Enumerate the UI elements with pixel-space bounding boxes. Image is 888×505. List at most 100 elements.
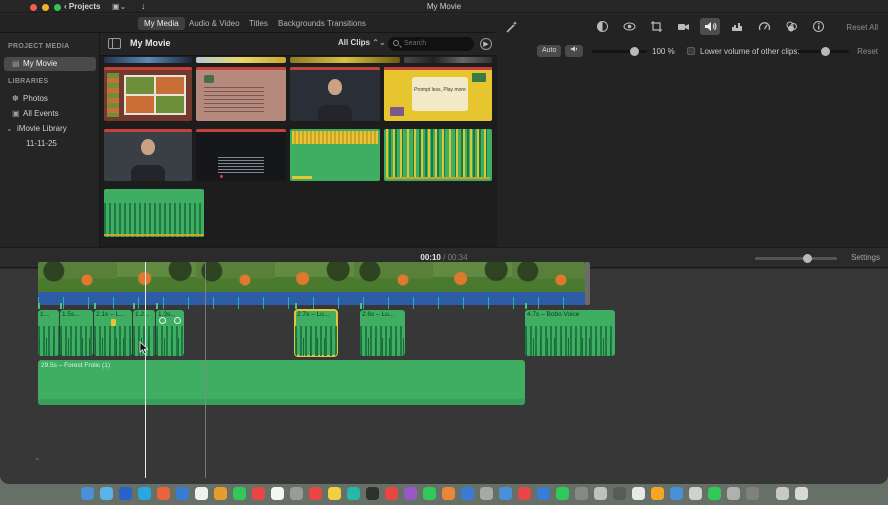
audio-clip-thumbnail[interactable] <box>104 189 204 237</box>
dock-app-icon[interactable] <box>422 487 436 500</box>
timeline-zoom-knob[interactable] <box>803 254 812 263</box>
continuous-playback-icon[interactable]: ▶ <box>480 38 492 50</box>
volume-icon[interactable] <box>700 18 720 35</box>
sidebar-item-photos[interactable]: ✽ Photos <box>4 92 96 106</box>
sidebar-toggle-icon[interactable] <box>108 38 121 49</box>
dock-app-icon[interactable] <box>156 487 170 500</box>
clip-thumbnail-webcam[interactable] <box>104 129 192 181</box>
audio-clip[interactable]: 1.5s... <box>60 310 93 356</box>
dock-app-icon[interactable] <box>346 487 360 500</box>
audio-clip-thumbnail[interactable] <box>384 129 492 181</box>
reset-all-button[interactable]: Reset All <box>846 23 878 32</box>
clip-thumbnail-terminal[interactable] <box>196 129 286 181</box>
fade-handle-icon[interactable] <box>159 317 166 324</box>
audio-clip[interactable]: 2.1s – L... <box>94 310 132 356</box>
audio-clip-thumbnail[interactable] <box>290 129 380 181</box>
audio-clip[interactable]: 2.6s – Lu... <box>360 310 405 356</box>
dock-app-icon[interactable] <box>251 487 265 500</box>
sidebar-item-library-date[interactable]: 11-11-25 <box>4 137 96 151</box>
auto-volume-button[interactable]: Auto <box>537 45 562 57</box>
sidebar-item-all-events[interactable]: ▣ All Events <box>4 107 96 121</box>
tab-transitions[interactable]: Transitions <box>321 17 372 30</box>
sidebar-item-imovie-library[interactable]: ⌄ iMovie Library <box>4 122 96 136</box>
dock-app-icon[interactable] <box>650 487 664 500</box>
dock-app-icon[interactable] <box>631 487 645 500</box>
dock-app-icon[interactable] <box>707 487 721 500</box>
stabilization-icon[interactable] <box>673 18 693 35</box>
dock-app-icon[interactable] <box>118 487 132 500</box>
color-balance-icon[interactable] <box>592 18 612 35</box>
clip-end-handle[interactable] <box>585 262 590 305</box>
dock-app-icon[interactable] <box>327 487 341 500</box>
clip-thumbnail[interactable] <box>290 57 400 63</box>
mute-button[interactable] <box>565 45 583 57</box>
tab-titles[interactable]: Titles <box>243 17 274 30</box>
color-correction-icon[interactable] <box>619 18 639 35</box>
dock-app-icon[interactable] <box>498 487 512 500</box>
tab-audio-video[interactable]: Audio & Video <box>183 17 246 30</box>
fade-handle-icon[interactable] <box>174 317 181 324</box>
search-input[interactable]: Search <box>388 37 474 51</box>
dock-app-icon[interactable] <box>289 487 303 500</box>
clip-thumbnail-webcam[interactable] <box>290 67 380 121</box>
dock-app-icon[interactable] <box>308 487 322 500</box>
playhead[interactable] <box>145 262 146 478</box>
dock-app-icon[interactable] <box>669 487 683 500</box>
noise-reduction-icon[interactable] <box>727 18 747 35</box>
dock-app-icon[interactable] <box>194 487 208 500</box>
dock-app-icon[interactable] <box>99 487 113 500</box>
lower-volume-checkbox[interactable] <box>687 47 695 55</box>
timeline-settings-button[interactable]: Settings <box>851 253 880 262</box>
dock-app-icon[interactable] <box>213 487 227 500</box>
reset-button[interactable]: Reset <box>857 47 878 56</box>
effects-icon[interactable] <box>781 18 801 35</box>
chevron-down-icon[interactable]: ⌄ <box>6 122 17 136</box>
volume-slider[interactable] <box>592 47 647 56</box>
dock-app-icon[interactable] <box>403 487 417 500</box>
audio-clip[interactable]: 2.7s – Lu... <box>294 309 338 357</box>
dock-app-icon[interactable] <box>460 487 474 500</box>
tab-my-media[interactable]: My Media <box>138 17 185 30</box>
dock-app-icon[interactable] <box>137 487 151 500</box>
volume-slider-knob[interactable] <box>630 47 639 56</box>
enhance-wand-icon[interactable] <box>505 20 519 34</box>
clip-thumbnail[interactable] <box>104 57 192 63</box>
dock-app-icon[interactable] <box>593 487 607 500</box>
macos-dock[interactable] <box>0 487 888 500</box>
audio-clip[interactable]: 4.7s – Bobo Voice <box>525 310 615 356</box>
dock-app-icon[interactable] <box>232 487 246 500</box>
dock-app-icon[interactable] <box>365 487 379 500</box>
dock-app-icon[interactable] <box>517 487 531 500</box>
sidebar-item-my-movie[interactable]: ▤ My Movie <box>4 57 96 71</box>
speed-icon[interactable] <box>754 18 774 35</box>
audio-clip[interactable]: 1... <box>38 310 59 356</box>
clip-filter-dropdown[interactable]: All Clips ⌃⌄ <box>338 38 386 47</box>
clip-thumbnail-notes[interactable] <box>196 67 286 121</box>
dock-app-icon[interactable] <box>726 487 740 500</box>
dock-app-icon[interactable] <box>794 487 808 500</box>
clip-thumbnail[interactable] <box>196 57 286 63</box>
dock-app-icon[interactable] <box>384 487 398 500</box>
clip-thumbnail[interactable] <box>404 57 492 63</box>
timeline-zoom-slider[interactable] <box>755 254 837 263</box>
lower-volume-slider-knob[interactable] <box>821 47 830 56</box>
dock-app-icon[interactable] <box>80 487 94 500</box>
dock-app-icon[interactable] <box>612 487 626 500</box>
audio-clip[interactable]: 1.3s... <box>156 310 184 356</box>
dock-app-icon[interactable] <box>441 487 455 500</box>
dock-app-icon[interactable] <box>479 487 493 500</box>
crop-icon[interactable] <box>646 18 666 35</box>
dock-app-icon[interactable] <box>745 487 759 500</box>
video-clip-filmstrip[interactable] <box>38 262 585 292</box>
dock-app-icon[interactable] <box>175 487 189 500</box>
clip-thumbnail-slide[interactable]: Prompt less, Play more <box>384 67 492 121</box>
dock-app-icon[interactable] <box>555 487 569 500</box>
dock-app-icon[interactable] <box>775 487 789 500</box>
info-icon[interactable] <box>808 18 828 35</box>
lower-volume-slider[interactable] <box>797 47 849 56</box>
background-music-clip[interactable]: 29.5s – Forest Frolic (1) <box>38 360 525 405</box>
dock-app-icon[interactable] <box>270 487 284 500</box>
dock-app-icon[interactable] <box>536 487 550 500</box>
dock-app-icon[interactable] <box>688 487 702 500</box>
clip-thumbnail-screenshot[interactable] <box>104 67 192 121</box>
